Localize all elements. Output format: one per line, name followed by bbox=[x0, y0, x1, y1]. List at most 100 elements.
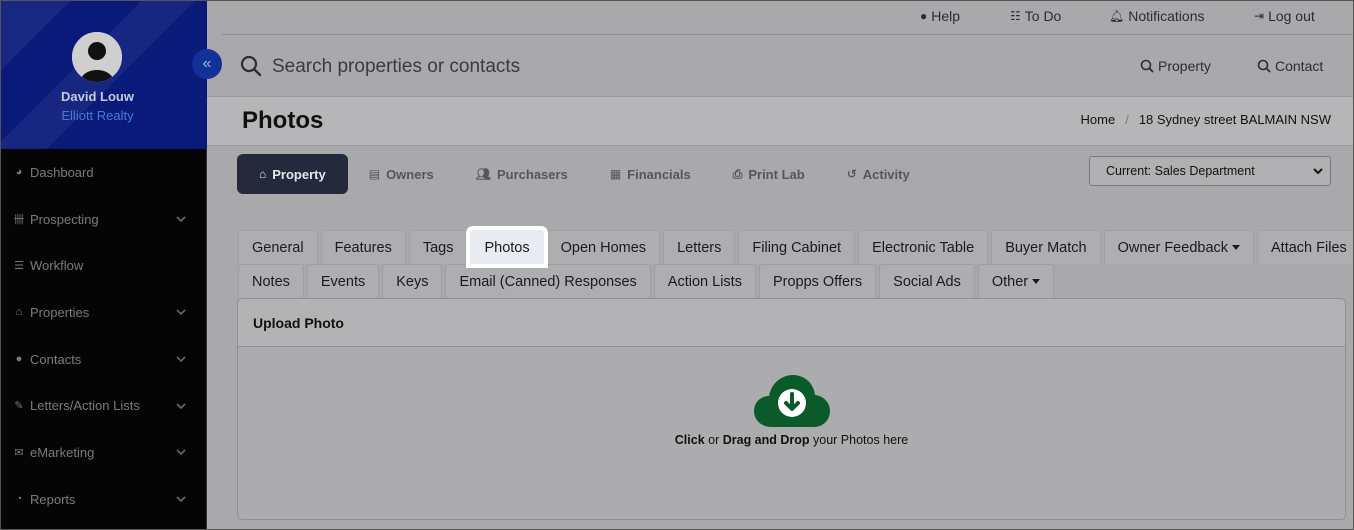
logout-icon: ⇥ bbox=[1254, 9, 1265, 23]
dropzone-or-text: or bbox=[704, 433, 723, 447]
search-property-button[interactable]: Property bbox=[1140, 58, 1211, 74]
logout-link[interactable]: ⇥ Log out bbox=[1254, 8, 1315, 24]
user-company: Elliott Realty bbox=[61, 108, 134, 123]
search-bar: Property Contact bbox=[222, 36, 1354, 96]
chart-icon: ◔ bbox=[15, 493, 23, 506]
help-label: Help bbox=[931, 8, 961, 24]
sidebar-item-label: Workflow bbox=[30, 258, 84, 274]
tab-financials[interactable]: ▦ Financials bbox=[589, 154, 712, 194]
subtab-other[interactable]: Other bbox=[977, 264, 1055, 298]
department-select-value: Current: Sales Department bbox=[1106, 164, 1255, 178]
sidebar: David Louw Elliott Realty ◕ Dashboard 卌 Pro… bbox=[0, 0, 207, 530]
search-property-label: Property bbox=[1158, 58, 1211, 74]
breadcrumb-home[interactable]: Home bbox=[1081, 112, 1116, 127]
subtab-buyer-match[interactable]: Buyer Match bbox=[991, 230, 1101, 264]
subtab-keys[interactable]: Keys bbox=[382, 264, 443, 298]
tab-purchasers[interactable]: 👥︎ Purchasers bbox=[455, 154, 589, 194]
subtab-label: Electronic Table bbox=[872, 239, 975, 256]
tab-property[interactable]: ⌂ Property bbox=[237, 154, 348, 194]
subtab-tags[interactable]: Tags bbox=[408, 230, 468, 264]
sidebar-item-prospecting[interactable]: 卌 Prospecting bbox=[0, 196, 207, 243]
sidebar-nav: ◕ Dashboard 卌 Prospecting ☰ Workflow ⌂ Properti… bbox=[0, 149, 207, 523]
subtab-open-homes[interactable]: Open Homes bbox=[546, 230, 661, 264]
subtab-label: Events bbox=[320, 273, 366, 290]
chevron-down-icon bbox=[1313, 168, 1323, 175]
subtab-label: Tags bbox=[422, 239, 454, 256]
todo-link[interactable]: ☷ To Do bbox=[1010, 8, 1061, 24]
tab-print-lab[interactable]: ⎙ Print Lab bbox=[712, 154, 826, 194]
subtab-label: Photos bbox=[484, 239, 530, 256]
sub-tabs: General Features Tags Photos Open Homes Lette… bbox=[238, 230, 1354, 298]
subtab-features[interactable]: Features bbox=[320, 230, 406, 264]
profile-panel: David Louw Elliott Realty bbox=[0, 0, 207, 149]
search-contact-button[interactable]: Contact bbox=[1257, 58, 1323, 74]
breadcrumb-current: 18 Sydney street BALMAIN NSW bbox=[1138, 112, 1331, 127]
module-tabs: ⌂ Property ▤ Owners 👥︎ Purchasers ▦ Financials ⎙… bbox=[237, 154, 931, 194]
file-icon: ▤ bbox=[368, 167, 381, 181]
sidebar-item-label: Prospecting bbox=[30, 211, 99, 227]
sidebar-item-emarketing[interactable]: ✉ eMarketing bbox=[0, 429, 207, 476]
department-select[interactable]: Current: Sales Department bbox=[1089, 156, 1331, 186]
sidebar-item-workflow[interactable]: ☰ Workflow bbox=[0, 242, 207, 289]
sidebar-item-reports[interactable]: ◔ Reports bbox=[0, 476, 207, 523]
sidebar-item-dashboard[interactable]: ◕ Dashboard bbox=[0, 149, 207, 196]
bell-icon: 🔔︎ bbox=[1109, 9, 1125, 23]
tab-activity[interactable]: ↺ Activity bbox=[826, 154, 931, 194]
subtab-label: Buyer Match bbox=[1005, 239, 1087, 256]
prospecting-icon: 卌 bbox=[13, 214, 25, 227]
calculator-icon: ▦ bbox=[609, 167, 622, 181]
search-input[interactable] bbox=[272, 54, 872, 80]
upload-panel-heading: Upload Photo bbox=[238, 299, 1345, 347]
caret-down-icon bbox=[1032, 279, 1041, 284]
upload-panel: Upload Photo Click or Drag and Drop your… bbox=[237, 298, 1346, 520]
search-icon bbox=[1140, 59, 1154, 73]
search-icon bbox=[240, 55, 262, 77]
todo-label: To Do bbox=[1024, 8, 1062, 24]
subtab-events[interactable]: Events bbox=[306, 264, 380, 298]
subtab-photos[interactable]: Photos bbox=[470, 230, 544, 264]
chevron-down-icon bbox=[176, 403, 186, 409]
avatar[interactable] bbox=[72, 32, 122, 82]
dropzone-click-text[interactable]: Click bbox=[675, 433, 705, 447]
subtab-filing-cabinet[interactable]: Filing Cabinet bbox=[738, 230, 856, 264]
user-name: David Louw bbox=[61, 89, 134, 104]
page-title: Photos bbox=[242, 107, 324, 134]
help-link[interactable]: ● Help bbox=[920, 8, 960, 24]
dropzone-rest-text: your Photos here bbox=[809, 433, 909, 447]
chevron-down-icon bbox=[176, 216, 186, 223]
subtab-electronic-table[interactable]: Electronic Table bbox=[858, 230, 989, 264]
list-icon: ☰ bbox=[14, 260, 24, 273]
tab-owners[interactable]: ▤ Owners bbox=[348, 154, 455, 194]
subtab-attach-files[interactable]: Attach Files bbox=[1257, 230, 1354, 264]
sidebar-item-contacts[interactable]: ● Contacts bbox=[0, 336, 207, 383]
subtab-label: General bbox=[252, 239, 304, 256]
dropzone-text: Click or Drag and Drop your Photos here bbox=[238, 433, 1345, 447]
breadcrumb-separator: / bbox=[1125, 112, 1129, 127]
topbar-divider bbox=[222, 34, 1354, 35]
sidebar-item-label: Properties bbox=[30, 304, 90, 320]
search-contact-label: Contact bbox=[1275, 58, 1324, 74]
cloud-download-icon bbox=[753, 375, 830, 427]
dashboard-icon: ◕ bbox=[15, 166, 23, 179]
sidebar-collapse-button[interactable]: « bbox=[192, 49, 222, 79]
home-icon: ⌂ bbox=[259, 167, 267, 181]
subtab-letters[interactable]: Letters bbox=[663, 230, 736, 264]
printer-icon: ⎙ bbox=[732, 166, 743, 181]
sidebar-item-letters-action-lists[interactable]: ✎ Letters/Action Lists bbox=[0, 382, 207, 429]
photo-dropzone[interactable]: Click or Drag and Drop your Photos here bbox=[238, 375, 1345, 447]
user-silhouette-icon bbox=[72, 32, 122, 82]
subtab-email-canned-responses[interactable]: Email (Canned) Responses bbox=[445, 264, 651, 298]
tab-label: Financials bbox=[627, 166, 691, 182]
subtab-social-ads[interactable]: Social Ads bbox=[879, 264, 975, 298]
subtab-propps-offers[interactable]: Propps Offers bbox=[758, 264, 877, 298]
notifications-link[interactable]: 🔔︎ Notifications bbox=[1109, 8, 1205, 24]
subtab-label: Email (Canned) Responses bbox=[459, 273, 637, 290]
sidebar-item-properties[interactable]: ⌂ Properties bbox=[0, 289, 207, 336]
subtab-owner-feedback[interactable]: Owner Feedback bbox=[1103, 230, 1255, 264]
subtab-label: Open Homes bbox=[560, 239, 647, 256]
subtab-action-lists[interactable]: Action Lists bbox=[653, 264, 756, 298]
chevron-down-icon bbox=[176, 496, 186, 503]
subtab-general[interactable]: General bbox=[238, 230, 318, 264]
notifications-label: Notifications bbox=[1128, 8, 1205, 24]
subtab-notes[interactable]: Notes bbox=[238, 264, 304, 298]
